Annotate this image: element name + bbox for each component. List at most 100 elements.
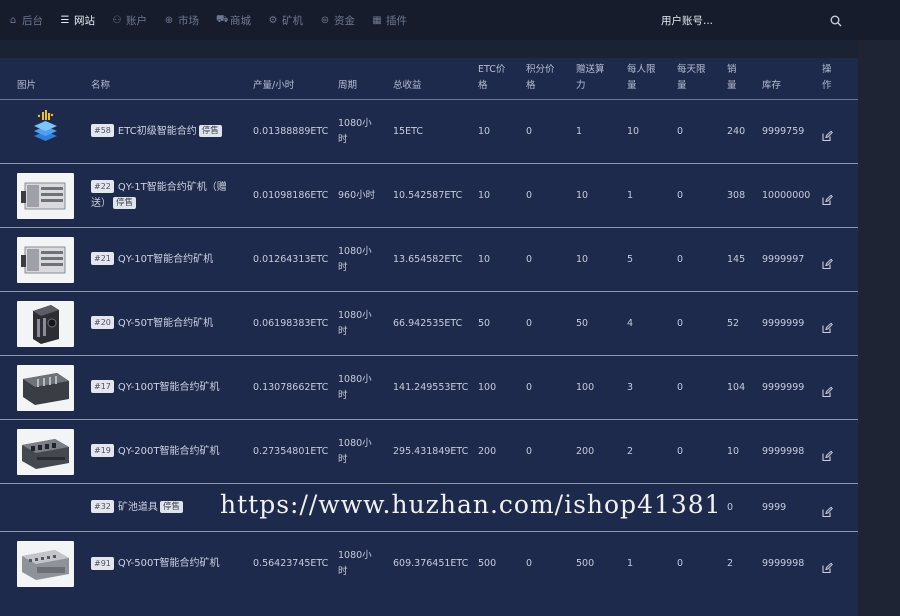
stock-cell: 9999 xyxy=(762,501,787,513)
total-cell: 10.542587ETC xyxy=(393,189,463,201)
status-tag: 停售 xyxy=(113,196,137,209)
product-id-badge: #21 xyxy=(91,252,114,265)
plugin-icon: ▦ xyxy=(372,14,382,26)
total-cell: 295.431849ETC xyxy=(393,445,469,457)
product-name-cell: #58 ETC初级智能合约 停售 xyxy=(91,124,241,140)
edit-icon[interactable] xyxy=(822,382,833,397)
col-sales-line2: 量 xyxy=(727,80,737,91)
nav-label-account: 账户 xyxy=(126,14,147,27)
bonus-power-cell: 50 xyxy=(576,317,589,329)
sales-cell: 104 xyxy=(727,381,746,393)
status-tag: 停售 xyxy=(159,500,183,513)
nav-item-funds[interactable]: ⊜ 资金 xyxy=(320,13,355,28)
per-day-limit-cell: 0 xyxy=(677,381,684,393)
edit-icon[interactable] xyxy=(822,318,833,333)
col-action-line2: 作 xyxy=(822,80,832,91)
product-name: 矿池道具 xyxy=(117,501,158,513)
col-stock: 库存 xyxy=(762,80,782,91)
product-name-cell: #91 QY-500T智能合约矿机 xyxy=(91,556,241,572)
nav-item-account[interactable]: ⚇ 账户 xyxy=(112,13,147,28)
points-price-cell: 0 xyxy=(526,381,533,393)
etc-price-cell: 200 xyxy=(478,445,497,457)
nav-item-plugins[interactable]: ▦ 插件 xyxy=(372,13,407,28)
product-id-badge: #32 xyxy=(91,500,114,513)
table-body: #58 ETC初级智能合约 停售 0.01388889ETC 1080小时 15ET… xyxy=(0,100,858,596)
product-image xyxy=(17,172,74,219)
col-period: 周期 xyxy=(338,80,358,91)
main-nav: ⌂ 后台 ☰ 网站 ⚇ 账户 ⊕ 市场 ⛟ 商城 ⚙ 矿机 ⊜ 资金 ▦ 插件 xyxy=(0,13,424,28)
period-cell: 1080小时 xyxy=(338,437,372,465)
nav-item-market[interactable]: ⊕ 市场 xyxy=(164,13,199,28)
nav-label-funds: 资金 xyxy=(334,14,355,27)
col-per-person-limit-line2: 量 xyxy=(627,80,637,91)
nav-item-website[interactable]: ☰ 网站 xyxy=(60,13,95,28)
per-person-limit-cell: 10 xyxy=(627,125,640,137)
col-image: 图片 xyxy=(17,80,37,91)
col-bonus-power: 赠送算力 xyxy=(576,62,605,94)
product-name: QY-200T智能合约矿机 xyxy=(117,445,220,457)
edit-icon[interactable] xyxy=(822,126,833,141)
per-person-limit-cell: 5 xyxy=(627,253,634,265)
total-cell: 15ETC xyxy=(393,125,423,137)
search-icon[interactable] xyxy=(829,13,843,27)
product-id-badge: #91 xyxy=(91,556,114,570)
bonus-power-cell: 100 xyxy=(576,381,595,393)
product-image xyxy=(17,300,74,347)
etc-price-cell: 10 xyxy=(478,125,491,137)
edit-icon[interactable] xyxy=(822,502,833,517)
user-account-menu[interactable]: 用户账号... xyxy=(661,13,713,28)
product-image xyxy=(17,428,74,475)
col-etc-price-line1: ETC价 xyxy=(478,64,506,75)
col-etc-price: ETC价格 xyxy=(478,62,505,94)
output-cell: 0.27354801ETC xyxy=(253,445,329,457)
globe-icon: ⊕ xyxy=(164,14,174,26)
coin-icon: ⊜ xyxy=(320,14,330,26)
period-cell: 960小时 xyxy=(338,189,376,201)
per-day-limit-cell: 0 xyxy=(677,558,684,569)
col-output: 产量/小时 xyxy=(253,80,295,91)
table-row: #58 ETC初级智能合约 停售 0.01388889ETC 1080小时 15ET… xyxy=(0,100,858,164)
period-cell: 1080小时 xyxy=(338,309,372,337)
col-name: 名称 xyxy=(91,80,111,91)
etc-price-cell: 500 xyxy=(478,558,497,569)
col-total: 总收益 xyxy=(393,80,422,91)
table-row: #22 QY-1T智能合约矿机（赠送） 停售 0.01098186ETC 960小时… xyxy=(0,164,858,228)
nav-label-miner: 矿机 xyxy=(282,14,303,27)
product-name: QY-10T智能合约矿机 xyxy=(117,253,214,265)
bonus-power-cell: 1 xyxy=(576,125,583,137)
points-price-cell: 0 xyxy=(526,558,533,569)
total-cell: 13.654582ETC xyxy=(393,253,463,265)
col-points-price: 积分价格 xyxy=(526,62,555,94)
col-per-person-limit-line1: 每人限 xyxy=(627,64,656,75)
per-day-limit-cell: 0 xyxy=(677,445,684,457)
stock-cell: 9999998 xyxy=(762,445,805,457)
sales-cell: 308 xyxy=(727,189,746,201)
product-name-cell: #21 QY-10T智能合约矿机 xyxy=(91,252,241,268)
edit-icon[interactable] xyxy=(822,190,833,205)
product-id-badge: #20 xyxy=(91,316,114,329)
stock-cell: 9999998 xyxy=(762,558,805,569)
user-icon: ⚇ xyxy=(112,14,122,26)
edit-icon[interactable] xyxy=(822,446,833,461)
product-name-cell: #17 QY-100T智能合约矿机 xyxy=(91,380,241,396)
miner-table: 图片 名称 产量/小时 周期 总收益 ETC价格 积分价格 赠送算力 每人限量 … xyxy=(0,58,858,616)
points-price-cell: 0 xyxy=(526,253,533,265)
top-nav-bar: ⌂ 后台 ☰ 网站 ⚇ 账户 ⊕ 市场 ⛟ 商城 ⚙ 矿机 ⊜ 资金 ▦ 插件 xyxy=(0,0,900,40)
product-image xyxy=(17,109,74,155)
edit-icon[interactable] xyxy=(822,559,833,574)
per-person-limit-cell: 2 xyxy=(627,445,634,457)
nav-item-miner[interactable]: ⚙ 矿机 xyxy=(268,13,303,28)
list-icon: ☰ xyxy=(60,14,70,26)
col-points-price-line1: 积分价 xyxy=(526,64,555,75)
per-person-limit-cell: 1 xyxy=(627,558,634,569)
nav-label-dashboard: 后台 xyxy=(22,14,43,27)
edit-icon[interactable] xyxy=(822,254,833,269)
col-bonus-power-line1: 赠送算 xyxy=(576,64,605,75)
points-price-cell: 0 xyxy=(526,445,533,457)
col-action-line1: 操 xyxy=(822,64,832,75)
bonus-power-cell: 10 xyxy=(576,253,589,265)
nav-item-shop[interactable]: ⛟ 商城 xyxy=(216,13,251,28)
table-row: #17 QY-100T智能合约矿机 0.13078662ETC 1080小时 14… xyxy=(0,356,858,420)
bonus-power-cell: 200 xyxy=(576,445,595,457)
nav-item-dashboard[interactable]: ⌂ 后台 xyxy=(8,13,43,28)
